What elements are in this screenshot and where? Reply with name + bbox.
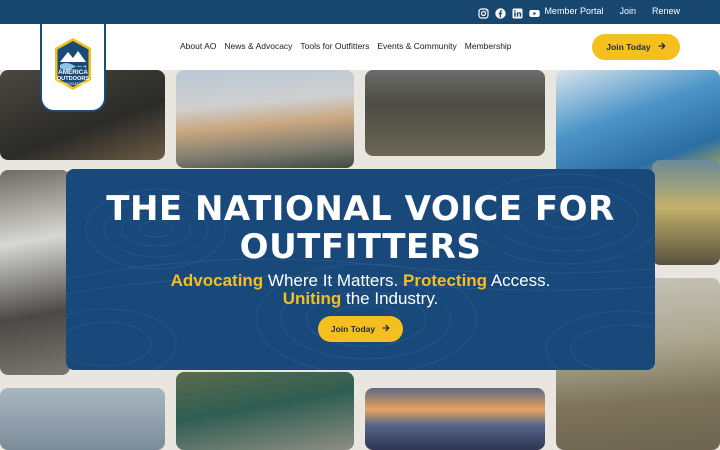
svg-text:AMERICA: AMERICA [58, 69, 88, 76]
hero-join-today-button[interactable]: Join Today [318, 316, 403, 342]
nav-join-label: Join Today [606, 42, 651, 52]
tagline-protecting: Protecting [403, 271, 488, 290]
nav-item-membership[interactable]: Membership [465, 41, 512, 51]
collage-photo-rafts [652, 160, 720, 265]
tagline-uniting: Uniting [282, 289, 342, 308]
svg-text:ASSOCIATION: ASSOCIATION [61, 82, 86, 86]
nav-join-today-button[interactable]: Join Today [592, 34, 680, 60]
tagline-text-1: Where It Matters. [263, 271, 403, 290]
collage-photo-sunset-lake [365, 388, 545, 450]
renew-link[interactable]: Renew [652, 6, 680, 16]
main-menu: About AO News & Advocacy Tools for Outfi… [180, 41, 512, 51]
hero-title: THE NATIONAL VOICE FOR OUTFITTERS [66, 190, 655, 266]
nav-item-news-advocacy[interactable]: News & Advocacy [224, 41, 292, 51]
utility-links: Member Portal Join Renew [544, 6, 680, 16]
collage-photo-river [176, 372, 354, 450]
utility-bar: Member Portal Join Renew [0, 0, 720, 24]
arrow-right-icon [657, 42, 666, 52]
tagline-text-2: Access. [487, 271, 551, 290]
main-navbar: About AO News & Advocacy Tools for Outfi… [0, 24, 720, 70]
join-link[interactable]: Join [619, 6, 636, 16]
hero-title-line-1: THE NATIONAL VOICE FOR [106, 189, 615, 229]
collage-photo-half-dome [176, 70, 354, 168]
nav-item-tools[interactable]: Tools for Outfitters [300, 41, 369, 51]
social-links [478, 6, 540, 19]
hero-card: THE NATIONAL VOICE FOR OUTFITTERS Advoca… [66, 169, 655, 370]
logo-emblem: AMERICA OUTDOORS ASSOCIATION [55, 38, 91, 90]
member-portal-link[interactable]: Member Portal [544, 6, 603, 16]
collage-photo-camp [365, 70, 545, 156]
collage-photo-sky [0, 388, 165, 450]
hero-tagline: Advocating Where It Matters. Protecting … [66, 272, 655, 308]
hero-title-line-2: OUTFITTERS [239, 227, 482, 267]
nav-item-about[interactable]: About AO [180, 41, 216, 51]
collage-photo-whitewater [0, 170, 70, 375]
tagline-text-3: the Industry. [341, 289, 439, 308]
facebook-icon[interactable] [495, 6, 506, 19]
nav-item-events[interactable]: Events & Community [377, 41, 456, 51]
youtube-icon[interactable] [529, 6, 540, 17]
hero-join-label: Join Today [330, 324, 376, 334]
linkedin-icon[interactable] [512, 6, 523, 19]
arrow-right-icon [382, 324, 390, 334]
america-outdoors-logo[interactable]: AMERICA OUTDOORS ASSOCIATION [40, 24, 106, 112]
tagline-advocating: Advocating [170, 271, 264, 290]
instagram-icon[interactable] [478, 6, 489, 19]
